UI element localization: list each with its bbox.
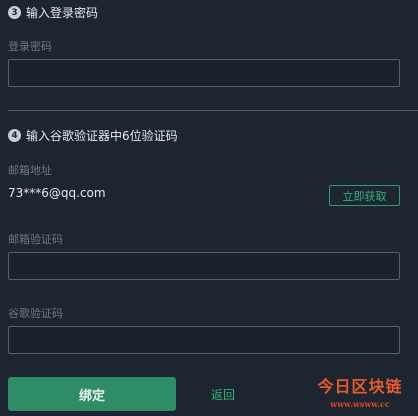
watermark-title: 今日区块链 xyxy=(317,377,403,396)
get-code-button[interactable]: 立即获取 xyxy=(329,185,400,206)
step-4-title: 输入谷歌验证器中6位验证码 xyxy=(26,129,178,143)
step-4-header: 4 输入谷歌验证器中6位验证码 xyxy=(8,127,178,144)
email-code-input[interactable] xyxy=(8,252,400,280)
bind-button[interactable]: 绑定 xyxy=(8,377,176,411)
bind-google-authenticator-form: 3 输入登录密码 登录密码 4 输入谷歌验证器中6位验证码 邮箱地址 73***… xyxy=(0,0,418,416)
watermark-logo: 今日区块链 www.wsww.cc xyxy=(308,373,412,413)
step-4-number-icon: 4 xyxy=(8,129,21,142)
login-password-label: 登录密码 xyxy=(8,40,52,53)
section-divider xyxy=(8,110,418,111)
watermark-url: www.wsww.cc xyxy=(330,399,390,409)
email-address-label: 邮箱地址 xyxy=(8,164,52,177)
back-link[interactable]: 返回 xyxy=(211,386,235,403)
email-address-value: 73***6@qq.com xyxy=(8,186,106,200)
google-code-label: 谷歌验证码 xyxy=(8,307,63,320)
step-3-header: 3 输入登录密码 xyxy=(8,4,98,21)
step-3-title: 输入登录密码 xyxy=(26,6,99,20)
email-code-label: 邮箱验证码 xyxy=(8,233,63,246)
google-code-input[interactable] xyxy=(8,326,400,354)
step-3-number-icon: 3 xyxy=(8,6,21,19)
login-password-input[interactable] xyxy=(8,59,400,87)
